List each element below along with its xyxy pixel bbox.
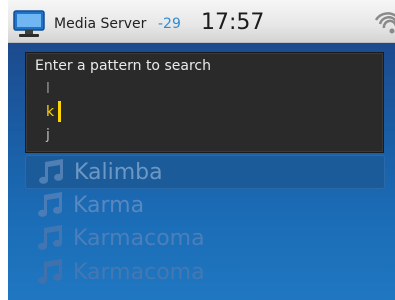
- list-item-label: Karmacoma: [73, 225, 205, 251]
- music-note-icon: [39, 159, 64, 184]
- signal-strength: -29: [158, 16, 181, 32]
- list-item[interactable]: Kalimba: [25, 155, 385, 189]
- music-note-icon: [38, 225, 63, 250]
- list-item[interactable]: Karmacoma: [25, 255, 385, 289]
- picker-next-char[interactable]: j: [46, 127, 50, 143]
- app-title: Media Server: [54, 16, 147, 32]
- computer-monitor-icon: [13, 10, 45, 37]
- search-panel[interactable]: Enter a pattern to search l k j: [25, 52, 384, 153]
- picker-current-char[interactable]: k: [46, 104, 54, 120]
- text-cursor: [58, 101, 61, 122]
- music-note-icon: [38, 259, 63, 284]
- list-item[interactable]: Karma: [25, 188, 385, 222]
- music-note-icon: [38, 192, 63, 217]
- list-item-label: Karmacoma: [73, 259, 205, 285]
- status-bar: Media Server -29 17:57: [8, 0, 395, 43]
- list-item[interactable]: Karmacoma: [25, 221, 385, 255]
- list-item-label: Karma: [73, 192, 145, 218]
- picker-previous-char[interactable]: l: [46, 81, 50, 97]
- list-item-label: Kalimba: [74, 159, 163, 185]
- wifi-icon: [374, 12, 395, 34]
- clock: 17:57: [201, 10, 265, 35]
- main-screen: Enter a pattern to search l k j Kalimba …: [8, 43, 395, 300]
- search-prompt: Enter a pattern to search: [35, 58, 211, 74]
